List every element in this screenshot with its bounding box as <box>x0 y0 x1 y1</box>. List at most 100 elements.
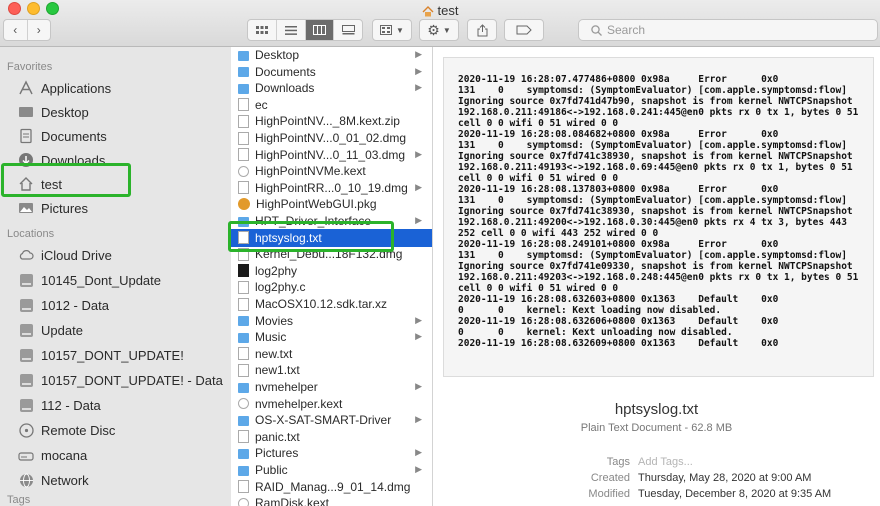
sidebar-item-desktop[interactable]: Desktop <box>0 101 231 123</box>
sidebar-item-mocana[interactable]: mocana <box>0 444 231 466</box>
file-item[interactable]: log2phy.c <box>231 278 432 296</box>
file-item[interactable]: RAID_Manag...9_01_14.dmg <box>231 478 432 496</box>
folder-icon <box>238 465 249 476</box>
favorites-header: Favorites <box>7 61 53 73</box>
file-item[interactable]: log2phy <box>231 262 432 280</box>
file-item[interactable]: Documents ▶ <box>231 63 432 81</box>
file-item[interactable]: HighPointRR...0_10_19.dmg ▶ <box>231 179 432 197</box>
disk-icon <box>18 322 34 338</box>
action-menu-button[interactable]: ⚙ ▼ <box>419 19 459 41</box>
kext-icon <box>238 398 249 410</box>
list-icon <box>284 25 297 35</box>
sidebar-item-documents[interactable]: Documents <box>0 125 231 147</box>
file-item[interactable]: Movies ▶ <box>231 312 432 330</box>
file-item[interactable]: ec <box>231 96 432 114</box>
disk-icon <box>18 372 34 388</box>
list-view-button[interactable] <box>277 20 306 40</box>
share-button[interactable] <box>467 19 497 41</box>
document-icon <box>238 181 249 195</box>
file-item[interactable]: nvmehelper.kext <box>231 395 432 413</box>
sidebar-item-112-data[interactable]: 112 - Data <box>0 394 231 416</box>
documents-icon <box>18 128 34 144</box>
file-item[interactable]: HighPointNV..._8M.kext.zip <box>231 112 432 130</box>
file-item-label: RamDisk.kext <box>255 496 330 506</box>
search-input[interactable]: Search <box>578 19 878 41</box>
file-item-label: Public <box>255 463 288 477</box>
grid-icon <box>255 25 268 34</box>
window-title: test <box>0 3 880 20</box>
file-item[interactable]: RamDisk.kext <box>231 494 432 506</box>
file-item-label: new.txt <box>255 346 293 361</box>
icon-view-button[interactable] <box>248 20 277 40</box>
chevron-down-icon: ▼ <box>442 25 451 35</box>
file-item[interactable]: Downloads ▶ <box>231 79 432 97</box>
file-item[interactable]: Public ▶ <box>231 461 432 479</box>
preview-pane: 2020-11-19 16:28:07.477486+0800 0x98a Er… <box>433 47 880 506</box>
test-highlight-box <box>1 163 131 197</box>
back-forward-control: ‹ › <box>3 19 51 41</box>
gallery-view-button[interactable] <box>334 20 362 40</box>
file-item-label: HighPointNVMe.kext <box>255 164 366 179</box>
locations-header: Locations <box>7 228 55 240</box>
preview-file-kind: Plain Text Document - 62.8 MB <box>580 422 733 434</box>
log-line: 192.168.0.211:49203<->192.168.0.248:445@… <box>458 272 859 283</box>
file-item[interactable]: Desktop ▶ <box>231 47 432 64</box>
add-tags-field[interactable]: Add Tags... <box>638 456 693 468</box>
file-item[interactable]: Pictures ▶ <box>231 444 432 462</box>
back-button[interactable]: ‹ <box>4 20 28 40</box>
disk-icon <box>18 297 34 313</box>
log-line: 0 0 kernel: Kext unloading now disabled. <box>458 327 733 338</box>
file-item[interactable]: nvmehelper ▶ <box>231 378 432 396</box>
sidebar-item-update[interactable]: Update <box>0 319 231 341</box>
file-item-label: HighPointNV...0_01_02.dmg <box>255 131 406 145</box>
sidebar-item-remote-disc[interactable]: Remote Disc <box>0 419 231 441</box>
disclosure-arrow-icon: ▶ <box>415 464 422 474</box>
disk-icon <box>18 397 34 413</box>
file-item[interactable]: Music ▶ <box>231 328 432 346</box>
forward-button[interactable]: › <box>28 20 51 40</box>
file-item-label: Downloads <box>255 81 315 96</box>
sidebar-item-icloud-drive[interactable]: iCloud Drive <box>0 244 231 266</box>
sidebar-item-applications[interactable]: Applications <box>0 77 231 99</box>
file-item[interactable]: panic.txt <box>231 428 432 446</box>
sidebar-item-pictures[interactable]: Pictures <box>0 197 231 219</box>
file-item-label: new1.txt <box>255 363 300 378</box>
sidebar-item-1012-data[interactable]: 1012 - Data <box>0 294 231 316</box>
file-item[interactable]: HighPointNVMe.kext <box>231 162 432 180</box>
log-line: 131 0 symptomsd: (SymptomEvaluator) [com… <box>458 250 847 261</box>
created-row: Created Thursday, May 28, 2020 at 9:00 A… <box>433 472 880 486</box>
sidebar-item-10157-dont-update-data[interactable]: 10157_DONT_UPDATE! - Data <box>0 369 231 391</box>
log-line: 131 0 symptomsd: (SymptomEvaluator) [com… <box>458 85 847 96</box>
file-item[interactable]: HighPointNV...0_01_02.dmg <box>231 129 432 147</box>
sidebar-item-network[interactable]: Network <box>0 469 231 491</box>
chevron-left-icon: ‹ <box>13 23 18 37</box>
file-item[interactable]: OS-X-SAT-SMART-Driver ▶ <box>231 411 432 429</box>
log-line: Ignoring source 0x7fd741c38930, snapshot… <box>458 206 853 217</box>
file-item[interactable]: new1.txt <box>231 361 432 379</box>
log-line: Ignoring source 0x7fd741e09330, snapshot… <box>458 261 853 272</box>
network-icon <box>18 472 34 488</box>
file-item[interactable]: HighPointWebGUI.pkg <box>231 195 432 213</box>
disc-icon <box>18 422 34 438</box>
edit-tags-button[interactable] <box>504 19 544 41</box>
column-view-button[interactable] <box>305 20 335 40</box>
folder-icon <box>238 448 249 459</box>
sidebar-item-10157-dont-update[interactable]: 10157_DONT_UPDATE! <box>0 344 231 366</box>
log-line: cell 0 0 wifi 0 51 wired 0 0 <box>458 118 619 129</box>
chevron-down-icon: ▼ <box>396 25 404 35</box>
document-icon <box>238 114 249 128</box>
file-item[interactable]: new.txt <box>231 345 432 363</box>
tags-label: Tags <box>606 456 630 468</box>
disclosure-arrow-icon: ▶ <box>415 331 422 342</box>
group-by-button[interactable]: ▼ <box>372 19 412 41</box>
disclosure-arrow-icon: ▶ <box>415 82 422 93</box>
file-item[interactable]: HighPointNV...0_11_03.dmg ▶ <box>231 146 432 164</box>
file-item[interactable]: MacOSX10.12.sdk.tar.xz <box>231 295 432 313</box>
log-line: 192.168.0.211:49186<->192.168.0.241:445@… <box>458 107 859 118</box>
disclosure-arrow-icon: ▶ <box>415 414 422 425</box>
disclosure-arrow-icon: ▶ <box>415 49 422 59</box>
log-line: 2020-11-19 16:28:08.632603+0800 0x1363 D… <box>458 294 779 305</box>
sidebar: Favorites Applications Desktop Documents… <box>0 47 232 506</box>
document-icon <box>238 98 249 112</box>
sidebar-item-10145-dont-update[interactable]: 10145_Dont_Update <box>0 269 231 291</box>
